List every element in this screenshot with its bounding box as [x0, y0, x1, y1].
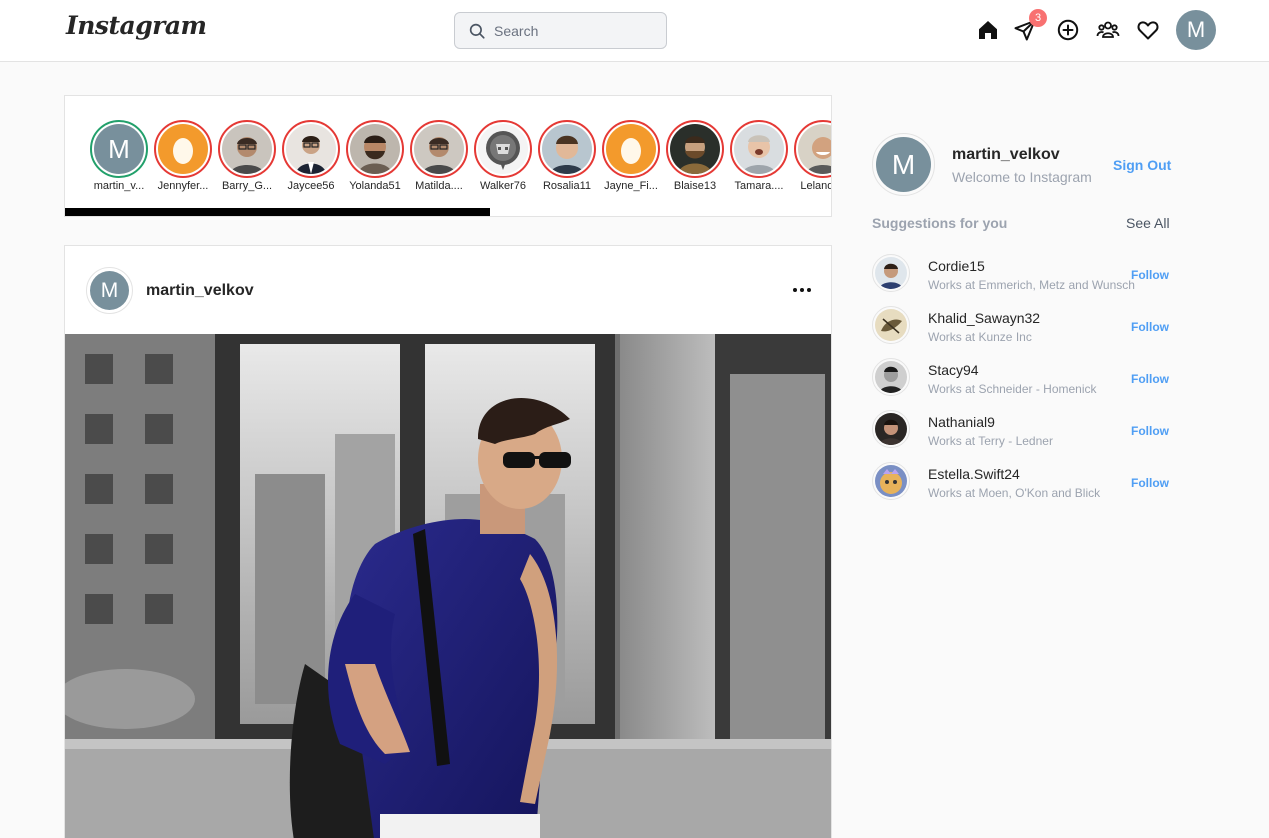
avatar [542, 124, 592, 174]
story-label: Tamara.... [734, 180, 784, 192]
story-label: martin_v... [93, 180, 145, 192]
story-item[interactable]: Barry_G... [218, 120, 276, 192]
avatar [478, 124, 528, 174]
post-author-username[interactable]: martin_velkov [146, 282, 254, 300]
suggestion-item: Stacy94 Works at Schneider - Homenick Fo… [872, 358, 1172, 398]
post-author-avatar[interactable]: M [86, 267, 133, 314]
avatar [798, 124, 831, 174]
suggestion-avatar[interactable] [872, 358, 910, 396]
avatar [350, 124, 400, 174]
profile-avatar[interactable]: M [1176, 10, 1216, 50]
suggestion-avatar[interactable] [872, 306, 910, 344]
instagram-logo[interactable]: Instagram [66, 11, 207, 40]
suggestion-item: Cordie15 Works at Emmerich, Metz and Wun… [872, 254, 1172, 294]
suggestion-item: Khalid_Sawayn32 Works at Kunze Inc Follo… [872, 306, 1172, 346]
avatar [670, 124, 720, 174]
sidebar-username[interactable]: martin_velkov [952, 146, 1060, 164]
stories-scrollbar[interactable] [65, 208, 490, 216]
search-input[interactable] [494, 21, 654, 41]
suggestion-username[interactable]: Estella.Swift24 [928, 466, 1020, 482]
suggestion-item: Nathanial9 Works at Terry - Ledner Follo… [872, 410, 1172, 450]
avatar: M [94, 124, 144, 174]
suggestion-subtitle: Works at Terry - Ledner [928, 434, 1053, 448]
sign-out-button[interactable]: Sign Out [1113, 157, 1171, 173]
story-item[interactable]: Walker76 [474, 120, 532, 192]
avatar [414, 124, 464, 174]
follow-button[interactable]: Follow [1131, 268, 1169, 282]
story-label: Matilda.... [415, 180, 463, 192]
story-ring [410, 120, 468, 178]
follow-button[interactable]: Follow [1131, 476, 1169, 490]
follow-button[interactable]: Follow [1131, 320, 1169, 334]
avatar: M [876, 137, 931, 192]
avatar: M [90, 271, 129, 310]
story-ring [538, 120, 596, 178]
story-item[interactable]: Jaycee56 [282, 120, 340, 192]
suggestions-title: Suggestions for you [872, 215, 1008, 231]
suggestion-username[interactable]: Khalid_Sawayn32 [928, 310, 1040, 326]
post-card: M martin_velkov [64, 245, 832, 838]
story-label: Jennyfer... [157, 180, 209, 192]
search-box[interactable] [454, 12, 667, 49]
follow-button[interactable]: Follow [1131, 424, 1169, 438]
top-nav-bar: Instagram 3 M [0, 0, 1269, 62]
story-item[interactable]: Tamara.... [730, 120, 788, 192]
egg-avatar-icon [158, 124, 208, 174]
story-item[interactable]: M martin_v... [90, 120, 148, 192]
story-ring [666, 120, 724, 178]
suggestion-subtitle: Works at Kunze Inc [928, 330, 1032, 344]
suggestion-avatar[interactable] [872, 254, 910, 292]
follow-button[interactable]: Follow [1131, 372, 1169, 386]
story-item[interactable]: Matilda.... [410, 120, 468, 192]
story-ring [730, 120, 788, 178]
suggestion-subtitle: Works at Schneider - Homenick [928, 382, 1097, 396]
avatar [734, 124, 784, 174]
people-icon[interactable] [1096, 18, 1120, 42]
see-all-link[interactable]: See All [1126, 215, 1170, 231]
story-ring [794, 120, 831, 178]
story-ring [218, 120, 276, 178]
story-ring [346, 120, 404, 178]
story-ring [602, 120, 660, 178]
add-post-icon[interactable] [1056, 18, 1080, 42]
search-icon [469, 23, 485, 39]
story-item[interactable]: Jayne_Fi... [602, 120, 660, 192]
stories-bar: M martin_v... Jennyfer... Barry_G... Jay… [64, 95, 832, 217]
suggestion-avatar[interactable] [872, 410, 910, 448]
story-item[interactable]: Rosalia11 [538, 120, 596, 192]
more-options-icon[interactable] [791, 284, 813, 296]
story-label: Jayne_Fi... [604, 180, 658, 192]
avatar [222, 124, 272, 174]
suggestion-subtitle: Works at Emmerich, Metz and Wunsch [928, 278, 1135, 292]
suggestion-subtitle: Works at Moen, O'Kon and Blick [928, 486, 1101, 500]
suggestion-username[interactable]: Nathanial9 [928, 414, 995, 430]
story-item[interactable]: Leland.... [794, 120, 831, 192]
story-ring [154, 120, 212, 178]
story-label: Yolanda51 [349, 180, 401, 192]
home-icon[interactable] [976, 18, 1000, 42]
story-ring [282, 120, 340, 178]
story-item[interactable]: Jennyfer... [154, 120, 212, 192]
suggestion-avatar[interactable] [872, 462, 910, 500]
sidebar-profile-avatar[interactable]: M [872, 133, 935, 196]
story-label: Jaycee56 [287, 180, 335, 192]
story-label: Blaise13 [673, 180, 717, 192]
story-ring: M [90, 120, 148, 178]
heart-icon[interactable] [1136, 18, 1160, 42]
post-image[interactable] [65, 334, 831, 838]
story-item[interactable]: Blaise13 [666, 120, 724, 192]
story-ring [474, 120, 532, 178]
avatar [286, 124, 336, 174]
suggestion-username[interactable]: Stacy94 [928, 362, 979, 378]
story-label: Leland.... [800, 180, 831, 192]
suggestion-username[interactable]: Cordie15 [928, 258, 985, 274]
messages-badge: 3 [1029, 9, 1047, 27]
sidebar-welcome-text: Welcome to Instagram [952, 169, 1092, 185]
story-label: Barry_G... [221, 180, 273, 192]
suggestion-item: Estella.Swift24 Works at Moen, O'Kon and… [872, 462, 1172, 502]
story-item[interactable]: Yolanda51 [346, 120, 404, 192]
story-label: Walker76 [479, 180, 527, 192]
egg-avatar-icon [606, 124, 656, 174]
story-label: Rosalia11 [542, 180, 592, 192]
